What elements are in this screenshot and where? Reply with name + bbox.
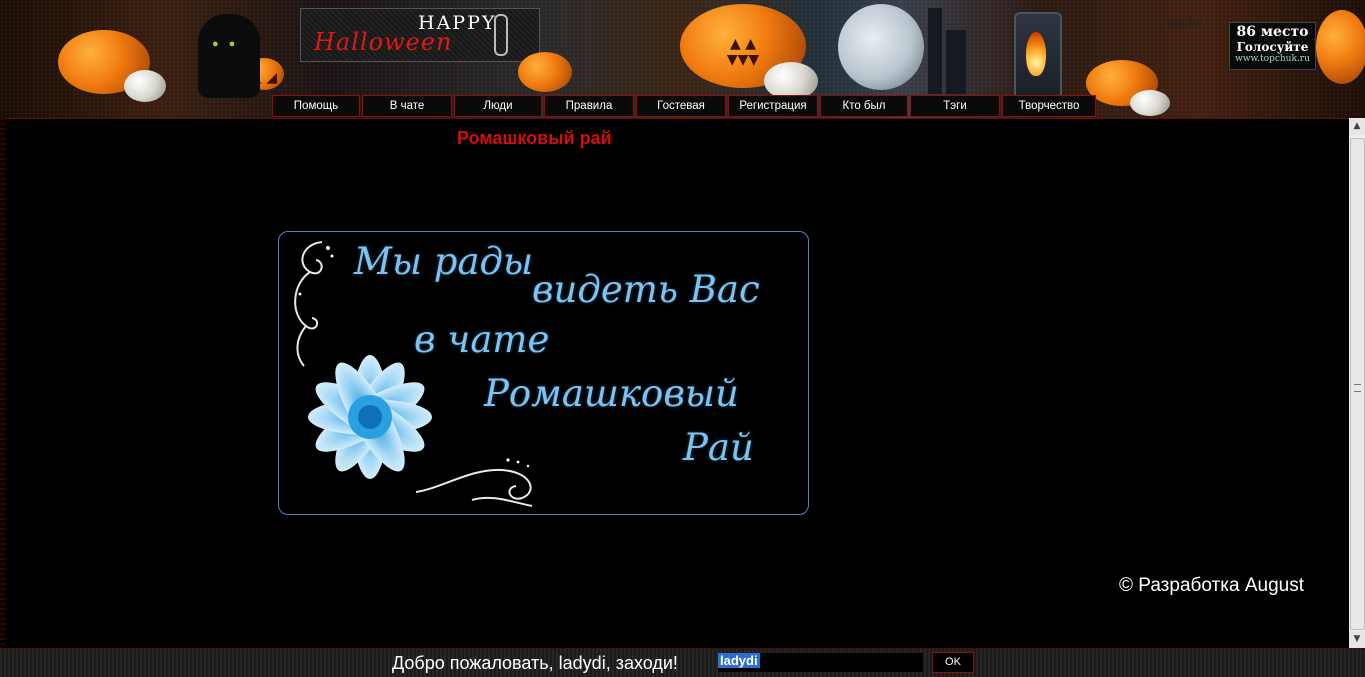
scrollbar-grip-icon [1354,384,1361,392]
white-pumpkin-right [1130,90,1170,116]
welcome-greeting: Добро пожаловать, ladydi, заходи! [392,653,678,673]
nickname-input[interactable]: ladydi [718,653,923,672]
castle-tower-icon-2 [946,30,966,94]
main-nav: Помощь В чате Люди Правила Гостевая Реги… [272,95,1096,117]
pumpkin-center-small [518,52,572,92]
nav-rules[interactable]: Правила [544,95,634,117]
black-cat-icon: ●● [198,14,260,98]
moon-icon [838,4,924,90]
welcome-line-2: видеть Вас [532,268,760,311]
decor-ornament-icon [494,14,508,56]
pumpkin-far-right [1316,10,1365,84]
vote-place: 86 место [1236,24,1309,40]
nav-creativity[interactable]: Творчество [1002,95,1096,117]
white-pumpkin-left [124,70,166,102]
nav-tags[interactable]: Тэги [910,95,1000,117]
footer-bar [0,648,1365,677]
ok-button[interactable]: OK [932,652,974,673]
halloween-text: Halloween [314,28,453,56]
castle-tower-icon [928,8,942,94]
vote-label: Голосуйте [1236,40,1309,54]
vertical-scrollbar[interactable]: ▲ ▼ [1349,118,1365,648]
flame-icon [1026,32,1046,76]
nav-who-was[interactable]: Кто был [820,95,908,117]
nav-guestbook[interactable]: Гостевая [636,95,726,117]
welcome-line-1: Мы рады [354,240,534,283]
scroll-up-arrow-icon[interactable]: ▲ [1349,118,1365,135]
welcome-line-4: Ромашковый [484,372,739,415]
page-title: Ромашковый рай [457,128,612,148]
vote-site: www.topchuk.ru [1235,54,1310,64]
nav-help[interactable]: Помощь [272,95,360,117]
nav-people[interactable]: Люди [454,95,542,117]
nav-registration[interactable]: Регистрация [728,95,818,117]
vote-counter[interactable]: 86 место Голосуйте www.topchuk.ru [1229,22,1316,70]
scrollbar-thumb[interactable] [1350,138,1365,630]
left-border-decoration [0,118,6,648]
nickname-value: ladydi [718,653,760,668]
copyright-text: © Разработка August [1119,575,1304,596]
scroll-down-arrow-icon[interactable]: ▼ [1349,631,1365,648]
welcome-line-3: в чате [414,318,550,361]
nav-in-chat[interactable]: В чате [362,95,452,117]
welcome-line-5: Рай [683,426,754,469]
